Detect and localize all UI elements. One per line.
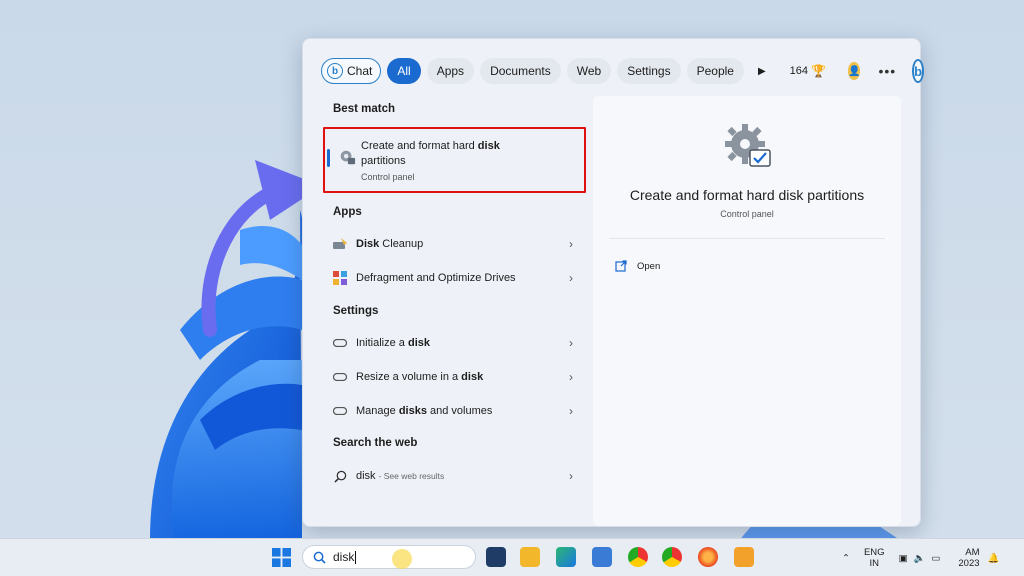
chevron-right-icon[interactable]: › (569, 237, 573, 251)
chevron-right-icon[interactable]: › (569, 370, 573, 384)
trophy-icon: 🏆 (811, 64, 826, 78)
preview-title: Create and format hard disk partitions (629, 187, 865, 203)
preview-subtitle: Control panel (720, 209, 774, 219)
search-filters: b Chat All Apps Documents Web Settings P… (321, 57, 925, 85)
all-filter-tab[interactable]: All (387, 58, 421, 84)
chat-label: Chat (347, 64, 373, 78)
clock[interactable]: AM 2023 (958, 547, 979, 569)
selection-accent (327, 149, 330, 167)
rewards-points[interactable]: 164 🏆 (790, 64, 826, 78)
chevron-right-icon[interactable]: › (569, 469, 573, 483)
open-action[interactable]: Open (615, 260, 660, 272)
app-result-disk-cleanup[interactable]: Disk Cleanup › (327, 229, 581, 259)
best-match-subtitle: Control panel (361, 172, 415, 182)
web-query: disk (356, 470, 376, 482)
people-filter-tab[interactable]: People (686, 58, 744, 84)
drive-icon (332, 335, 348, 351)
text-caret (355, 550, 357, 564)
disk-management-gear-icon (725, 124, 771, 167)
disk-management-gear-icon (340, 150, 356, 165)
settings-result-initialize[interactable]: Initialize a disk › (327, 328, 581, 358)
apps-filter-tab[interactable]: Apps (426, 58, 475, 84)
web-filter-tab[interactable]: Web (566, 58, 612, 84)
chevron-right-icon[interactable]: › (569, 271, 573, 285)
search-icon (313, 551, 326, 564)
best-match-result[interactable]: Create and format hard disk partitions Co… (327, 131, 587, 185)
preview-pane: Create and format hard disk partitions C… (593, 96, 901, 526)
app-label: Defragment and Optimize Drives (356, 272, 516, 284)
clock-date: 2023 (958, 558, 980, 569)
lang-bottom: IN (869, 558, 880, 569)
firefox-icon[interactable] (698, 547, 718, 567)
clock-time: AM (965, 547, 980, 558)
best-match-heading: Best match (333, 103, 395, 115)
chrome-profile-icon[interactable] (662, 547, 682, 567)
disk-cleanup-icon (332, 236, 348, 252)
volume-icon[interactable]: 🔈 (914, 553, 926, 564)
taskbar: disk ⌃ ENG IN ▣ 🔈 ▭ AM 2023 🔔 (0, 538, 1024, 576)
app-icon[interactable] (734, 547, 754, 567)
web-hint: - See web results (378, 471, 445, 481)
web-result[interactable]: disk - See web results › (327, 461, 581, 491)
rewards-points-value: 164 (789, 65, 809, 77)
chevron-right-icon[interactable]: › (569, 336, 573, 350)
battery-icon[interactable]: ▭ (931, 553, 940, 564)
settings-heading: Settings (333, 305, 379, 317)
documents-filter-tab[interactable]: Documents (480, 58, 561, 84)
task-view-icon[interactable] (486, 547, 506, 567)
settings-label: Resize a volume in a disk (356, 371, 484, 383)
file-explorer-icon[interactable] (520, 547, 540, 567)
taskbar-search-input[interactable]: disk (302, 545, 476, 569)
app-result-defragment[interactable]: Defragment and Optimize Drives › (327, 263, 581, 293)
settings-label: Manage disks and volumes (356, 405, 493, 417)
play-more-icon[interactable]: ▶ (758, 66, 766, 77)
chrome-icon[interactable] (628, 547, 648, 567)
defragment-icon (332, 270, 348, 286)
open-external-icon (615, 260, 627, 272)
open-label: Open (637, 260, 661, 272)
bing-chat-icon: b (327, 63, 343, 79)
search-icon (332, 468, 348, 484)
system-tray: ⌃ ENG IN ▣ 🔈 ▭ AM 2023 🔔 (842, 539, 999, 576)
lang-top: ENG (863, 547, 885, 558)
settings-filter-tab[interactable]: Settings (617, 58, 681, 84)
best-match-title: Create and format hard disk partitions (361, 140, 500, 167)
settings-result-resize[interactable]: Resize a volume in a disk › (327, 362, 581, 392)
settings-label: Initialize a disk (356, 337, 430, 349)
chevron-right-icon[interactable]: › (569, 404, 573, 418)
drive-icon (332, 369, 348, 385)
search-value: disk (333, 550, 355, 564)
user-avatar-icon[interactable]: 👤 (847, 62, 861, 80)
notepad-icon[interactable] (592, 547, 612, 567)
app-label: Disk Cleanup (356, 238, 424, 250)
language-indicator[interactable]: ENG IN (864, 547, 885, 569)
drive-icon (332, 403, 348, 419)
chevron-up-icon[interactable]: ⌃ (842, 553, 850, 564)
mouse-cursor-highlight (392, 549, 412, 569)
network-icon[interactable]: ▣ (899, 553, 908, 564)
search-panel: b Chat All Apps Documents Web Settings P… (302, 38, 925, 527)
notification-icon[interactable]: 🔔 (988, 553, 1000, 564)
settings-result-manage[interactable]: Manage disks and volumes › (327, 396, 581, 426)
search-web-heading: Search the web (333, 437, 418, 449)
preview-divider (609, 238, 885, 239)
apps-heading: Apps (333, 206, 362, 218)
chat-filter-button[interactable]: b Chat (321, 58, 382, 84)
more-options-icon[interactable]: ••• (878, 63, 896, 79)
edge-browser-icon[interactable] (556, 547, 576, 567)
windows-start-icon[interactable] (272, 548, 291, 567)
